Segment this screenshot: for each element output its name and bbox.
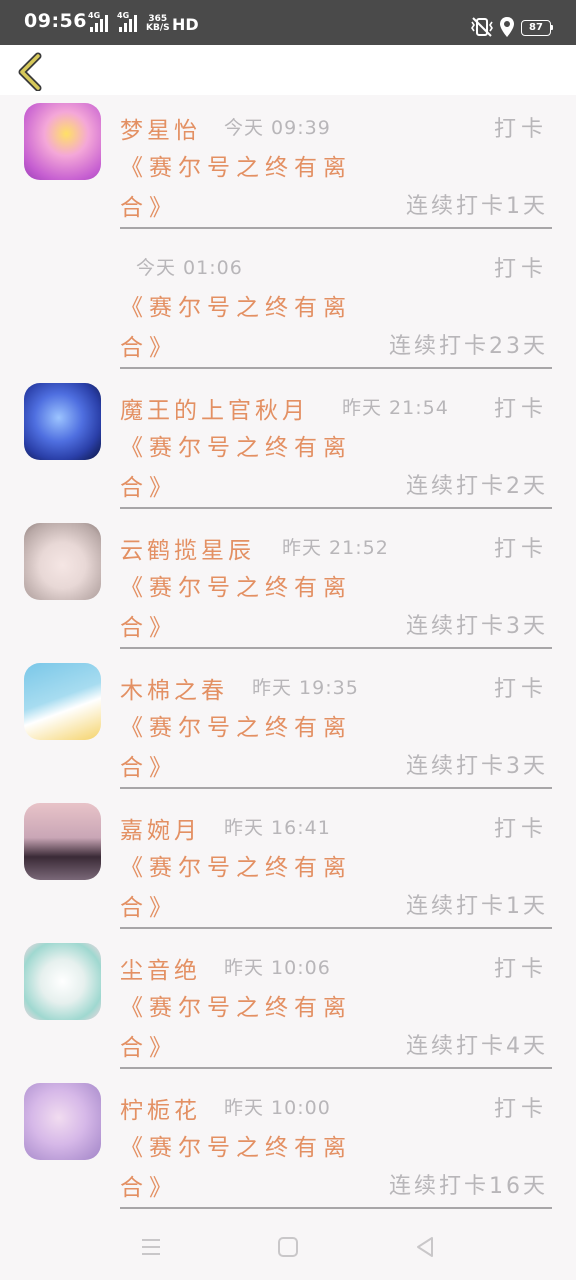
streak-text: 连续打卡1天 [406,194,548,219]
home-square-icon[interactable] [275,1234,301,1260]
checkin-time: 昨天 10:06 [224,957,331,979]
back-triangle-icon[interactable] [412,1234,438,1260]
checkin-list: 梦星怡 今天 09:39 打卡 《赛尔号之终有离 合》 连续打卡1天 今天 01… [0,95,576,1215]
list-item[interactable]: 木棉之春 昨天 19:35 打卡 《赛尔号之终有离 合》 连续打卡3天 [0,655,576,795]
list-item[interactable]: 尘音绝 昨天 10:06 打卡 《赛尔号之终有离 合》 连续打卡4天 [0,935,576,1075]
user-name[interactable]: 尘音绝 [120,951,201,985]
divider [120,1067,552,1069]
menu-icon[interactable] [138,1234,164,1260]
book-title[interactable]: 《赛尔号之终有离 [120,428,352,462]
checkin-button[interactable]: 打卡 [494,1091,548,1123]
list-item[interactable]: 梦星怡 今天 09:39 打卡 《赛尔号之终有离 合》 连续打卡1天 [0,95,576,235]
divider [120,507,552,509]
checkin-time: 昨天 21:54 [342,397,449,419]
book-title-cont[interactable]: 合》 [120,1168,178,1202]
streak-text: 连续打卡1天 [406,894,548,919]
streak-text: 连续打卡16天 [389,1174,548,1199]
user-name[interactable]: 魔王的上官秋月 [120,391,309,425]
battery-icon: 87 [521,20,551,36]
checkin-button[interactable]: 打卡 [494,111,548,143]
checkin-button[interactable]: 打卡 [494,671,548,703]
book-title-cont[interactable]: 合》 [120,608,178,642]
checkin-time: 昨天 21:52 [282,537,389,559]
system-nav-bar [0,1212,576,1280]
list-item[interactable]: 柠栀花 昨天 10:00 打卡 《赛尔号之终有离 合》 连续打卡16天 [0,1075,576,1215]
hd-indicator: HD [172,15,199,34]
streak-text: 连续打卡3天 [406,614,548,639]
book-title[interactable]: 《赛尔号之终有离 [120,568,352,602]
streak-text: 连续打卡3天 [406,754,548,779]
checkin-button[interactable]: 打卡 [494,391,548,423]
avatar[interactable] [24,383,101,460]
avatar[interactable] [24,943,101,1020]
divider [120,787,552,789]
checkin-time: 昨天 10:00 [224,1097,331,1119]
checkin-time: 今天 09:39 [224,117,331,139]
book-title[interactable]: 《赛尔号之终有离 [120,848,352,882]
divider [120,927,552,929]
vibrate-off-icon [471,17,493,37]
checkin-button[interactable]: 打卡 [494,951,548,983]
divider [120,227,552,229]
avatar[interactable] [24,103,101,180]
avatar[interactable] [24,803,101,880]
checkin-time: 昨天 19:35 [252,677,359,699]
user-name[interactable]: 嘉婉月 [120,811,201,845]
signal-icon-sim1: 4G [88,11,114,34]
avatar[interactable] [24,1083,101,1160]
user-name[interactable]: 木棉之春 [120,671,228,705]
location-icon [500,17,514,37]
book-title-cont[interactable]: 合》 [120,328,178,362]
divider [120,1207,552,1209]
signal-icon-sim2: 4G [117,11,143,34]
book-title[interactable]: 《赛尔号之终有离 [120,708,352,742]
checkin-time: 昨天 16:41 [224,817,331,839]
list-item[interactable]: 魔王的上官秋月 昨天 21:54 打卡 《赛尔号之终有离 合》 连续打卡2天 [0,375,576,515]
streak-text: 连续打卡23天 [389,334,548,359]
divider [120,647,552,649]
streak-text: 连续打卡4天 [406,1034,548,1059]
avatar[interactable] [24,663,101,740]
book-title-cont[interactable]: 合》 [120,748,178,782]
book-title[interactable]: 《赛尔号之终有离 [120,148,352,182]
checkin-time: 今天 01:06 [136,257,243,279]
list-item[interactable]: 云鹤揽星辰 昨天 21:52 打卡 《赛尔号之终有离 合》 连续打卡3天 [0,515,576,655]
book-title-cont[interactable]: 合》 [120,468,178,502]
book-title[interactable]: 《赛尔号之终有离 [120,288,352,322]
top-bar [0,45,576,95]
book-title-cont[interactable]: 合》 [120,188,178,222]
avatar[interactable] [24,523,101,600]
list-item[interactable]: 今天 01:06 打卡 《赛尔号之终有离 合》 连续打卡23天 [0,235,576,375]
status-bar: 09:56 4G 4G 365 KB/S HD 87 [0,0,576,45]
status-time: 09:56 [24,10,87,32]
checkin-button[interactable]: 打卡 [494,531,548,563]
divider [120,367,552,369]
streak-text: 连续打卡2天 [406,474,548,499]
back-chevron-icon[interactable] [12,51,52,91]
book-title[interactable]: 《赛尔号之终有离 [120,988,352,1022]
book-title[interactable]: 《赛尔号之终有离 [120,1128,352,1162]
battery-tip [551,25,553,30]
list-item[interactable]: 嘉婉月 昨天 16:41 打卡 《赛尔号之终有离 合》 连续打卡1天 [0,795,576,935]
checkin-button[interactable]: 打卡 [494,811,548,843]
book-title-cont[interactable]: 合》 [120,1028,178,1062]
user-name[interactable]: 梦星怡 [120,111,201,145]
user-name[interactable]: 柠栀花 [120,1091,201,1125]
checkin-button[interactable]: 打卡 [494,251,548,283]
book-title-cont[interactable]: 合》 [120,888,178,922]
network-speed: 365 KB/S [146,14,170,33]
user-name[interactable]: 云鹤揽星辰 [120,531,255,565]
